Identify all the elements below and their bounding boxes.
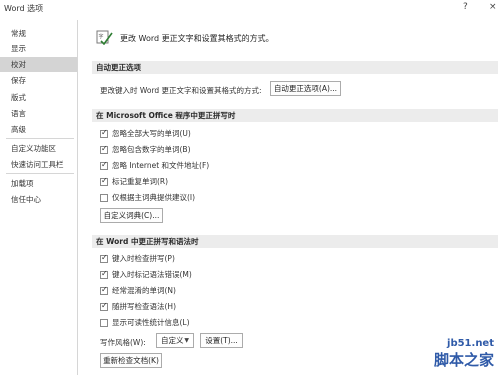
sidebar-item-add-ins[interactable]: 加载项 — [0, 176, 77, 191]
section-word-header: 在 Word 中更正拼写和语法时 — [92, 235, 498, 248]
check-icon: ✓ — [101, 144, 108, 153]
sidebar-item-display[interactable]: 显示 — [0, 41, 77, 56]
check-icon: ✓ — [101, 285, 108, 294]
check-icon: ✓ — [101, 176, 108, 185]
sidebar-divider — [6, 173, 74, 174]
checkbox[interactable]: ✓ — [100, 128, 108, 138]
autocorrect-description: 更改键入时 Word 更正文字和设置其格式的方式: — [100, 86, 262, 95]
sidebar-item-save[interactable]: 保存 — [0, 73, 77, 88]
checkbox[interactable]: ✓ — [100, 285, 108, 295]
option-label: 随拼写检查语法(H) — [112, 302, 176, 311]
checkbox[interactable]: ✓ — [100, 176, 108, 186]
sidebar-item-general[interactable]: 常规 — [0, 26, 77, 41]
option-label: 忽略包含数字的单词(B) — [112, 145, 191, 154]
checkbox[interactable]: ✓ — [100, 301, 108, 311]
sidebar-item-language[interactable]: 语言 — [0, 106, 77, 121]
check-icon: ✓ — [101, 253, 108, 262]
option-label: 键入时检查拼写(P) — [112, 254, 175, 263]
checkbox[interactable] — [100, 194, 108, 202]
section-autocorrect-header: 自动更正选项 — [92, 61, 498, 74]
checkbox[interactable]: ✓ — [100, 144, 108, 154]
window-title: Word 选项 — [4, 4, 44, 13]
option-label: 键入时标记语法错误(M) — [112, 270, 192, 279]
option-label: 经常混淆的单词(N) — [112, 286, 176, 295]
check-icon: ✓ — [101, 269, 108, 278]
writing-style-select[interactable]: 自定义 ▼ — [156, 333, 194, 348]
chevron-down-icon: ▼ — [184, 337, 189, 344]
section-office-header: 在 Microsoft Office 程序中更正拼写时 — [92, 109, 498, 122]
recheck-document-button[interactable]: 重新检查文档(K) — [100, 353, 162, 368]
writing-style-label: 写作风格(W): — [100, 338, 146, 347]
check-icon: ✓ — [101, 128, 108, 137]
option-label: 仅根据主词典提供建议(I) — [112, 193, 196, 202]
check-icon: ✓ — [101, 301, 108, 310]
autocorrect-options-button[interactable]: 自动更正选项(A)... — [270, 81, 341, 96]
watermark-site: jb51.net — [447, 338, 494, 349]
grammar-settings-button[interactable]: 设置(T)... — [200, 333, 243, 348]
option-label: 标记重复单词(R) — [112, 177, 169, 186]
checkbox[interactable]: ✓ — [100, 269, 108, 279]
option-label: 忽略全部大写的单词(U) — [112, 129, 191, 138]
option-label: 忽略 Internet 和文件地址(F) — [112, 161, 210, 170]
svg-text:字: 字 — [99, 33, 104, 40]
sidebar-item-quick-access-toolbar[interactable]: 快速访问工具栏 — [0, 157, 77, 172]
checkbox[interactable]: ✓ — [100, 160, 108, 170]
watermark-name: 脚本之家 — [433, 351, 494, 369]
sidebar-item-proofing[interactable]: 校对 — [0, 57, 77, 72]
watermark: jb51.net 脚本之家 — [434, 338, 494, 370]
sidebar-item-layout[interactable]: 版式 — [0, 90, 77, 105]
sidebar: 常规 显示 校对 保存 版式 语言 高级 自定义功能区 快速访问工具栏 加载项 … — [0, 20, 78, 375]
sidebar-item-customize-ribbon[interactable]: 自定义功能区 — [0, 141, 77, 156]
writing-style-value: 自定义 — [161, 336, 184, 345]
sidebar-item-advanced[interactable]: 高级 — [0, 122, 77, 137]
page-description: 更改 Word 更正文字和设置其格式的方式。 — [120, 34, 274, 43]
help-button[interactable]: ? — [463, 2, 468, 12]
option-label: 显示可读性统计信息(L) — [112, 318, 190, 327]
title-bar: Word 选项 ? × — [0, 0, 500, 18]
sidebar-divider — [6, 138, 74, 139]
main-panel: 字 更改 Word 更正文字和设置其格式的方式。 自动更正选项 更改键入时 Wo… — [86, 20, 500, 375]
custom-dictionaries-button[interactable]: 自定义词典(C)... — [100, 208, 163, 223]
close-button[interactable]: × — [489, 2, 497, 12]
check-icon: ✓ — [101, 160, 108, 169]
checkbox[interactable]: ✓ — [100, 253, 108, 263]
checkbox[interactable] — [100, 319, 108, 327]
proofing-icon: 字 — [96, 30, 113, 45]
sidebar-item-trust-center[interactable]: 信任中心 — [0, 192, 77, 207]
